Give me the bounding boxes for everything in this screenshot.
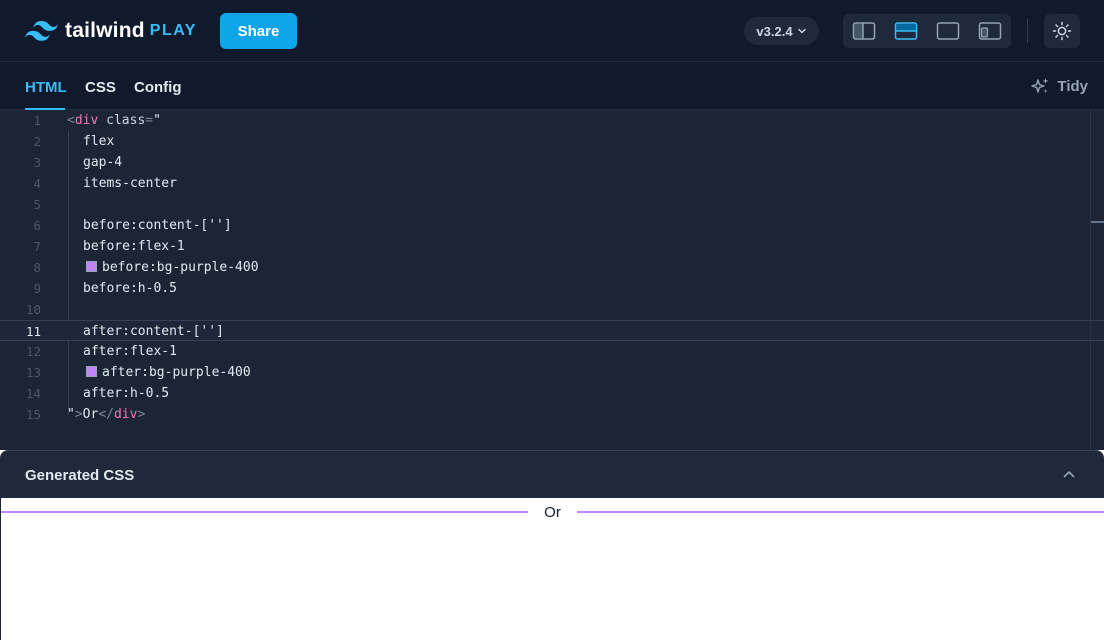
- divider-text: Or: [544, 503, 561, 521]
- layout-vertical-button[interactable]: [843, 14, 885, 48]
- code-line: 13 after:bg-purple-400: [0, 362, 1104, 383]
- line-number: 12: [25, 344, 41, 359]
- color-swatch[interactable]: [86, 261, 97, 272]
- code-line: 7 before:flex-1: [0, 236, 1104, 257]
- code-token: after:bg-purple-400: [102, 365, 251, 380]
- header-divider: [1027, 19, 1028, 43]
- share-button[interactable]: Share: [220, 13, 297, 49]
- code-text: after:content-['']: [83, 324, 224, 339]
- sparkles-icon: [1031, 78, 1049, 93]
- logo-text: tailwind: [65, 19, 145, 42]
- code-text: after:bg-purple-400: [84, 362, 251, 383]
- code-text: before:h-0.5: [83, 281, 177, 296]
- editor-tabs: HTML CSS Config Tidy: [0, 62, 1104, 110]
- chevron-up-icon[interactable]: [1062, 467, 1076, 481]
- line-number: 9: [33, 281, 41, 296]
- html-code-editor[interactable]: 1 <div class=" 2 flex 3 gap-4 4 items-ce…: [0, 110, 1104, 450]
- line-number: 10: [25, 302, 41, 317]
- tailwind-logo-icon: [25, 21, 58, 41]
- code-token: div: [74, 113, 99, 128]
- code-text: before:content-['']: [83, 218, 232, 233]
- line-number: 1: [33, 113, 41, 128]
- code-text: flex: [83, 134, 115, 149]
- code-text: items-center: [83, 176, 177, 191]
- code-text: after:flex-1: [83, 344, 177, 359]
- code-line: 2 flex: [0, 131, 1104, 152]
- editor-scroll-marker: [1091, 221, 1104, 223]
- code-text: before:bg-purple-400: [84, 257, 259, 278]
- layout-responsive-button[interactable]: [969, 14, 1011, 48]
- code-line: 12 after:flex-1: [0, 341, 1104, 362]
- tidy-button[interactable]: Tidy: [1031, 77, 1088, 96]
- line-number: 15: [25, 407, 41, 422]
- generated-css-title: Generated CSS: [25, 467, 135, 484]
- tab-config[interactable]: Config: [134, 79, 181, 96]
- code-line: 9 before:h-0.5: [0, 278, 1104, 299]
- divider-line-left: [1, 511, 529, 513]
- line-number: 7: [33, 239, 41, 254]
- code-text: <div class=": [67, 110, 161, 131]
- layout-switcher: [843, 14, 1011, 48]
- tidy-label: Tidy: [1057, 78, 1088, 95]
- line-number: 6: [33, 218, 41, 233]
- version-label: v3.2.4: [756, 23, 793, 39]
- tab-html[interactable]: HTML: [25, 79, 67, 96]
- tailwind-play-logo[interactable]: tailwind PLAY: [25, 19, 197, 43]
- line-number: 8: [33, 260, 41, 275]
- chevron-down-icon: [797, 28, 806, 34]
- line-number: 5: [33, 197, 41, 212]
- logo-play-text: PLAY: [149, 22, 197, 39]
- code-token: before:bg-purple-400: [102, 260, 259, 275]
- theme-toggle-button[interactable]: [1044, 14, 1080, 48]
- layout-responsive-icon: [978, 22, 1002, 40]
- line-number: 4: [33, 176, 41, 191]
- code-text: gap-4: [83, 155, 123, 170]
- divider-line-right: [576, 511, 1104, 513]
- layout-split-horizontal-icon: [894, 22, 918, 40]
- code-token: div: [113, 407, 138, 422]
- tab-css[interactable]: CSS: [85, 79, 116, 96]
- editor-scrollbar[interactable]: [1090, 110, 1091, 450]
- code-token: class: [98, 113, 146, 128]
- layout-horizontal-button[interactable]: [885, 14, 927, 48]
- code-line: 6 before:content-['']: [0, 215, 1104, 236]
- line-number: 3: [33, 155, 41, 170]
- code-token: <: [67, 113, 75, 128]
- code-line: 10: [0, 299, 1104, 320]
- app-header: tailwind PLAY Share v3.2.4: [0, 0, 1104, 62]
- layout-split-vertical-icon: [852, 22, 876, 40]
- preview-pane: Or: [0, 498, 1104, 640]
- code-line-active: 11 after:content-['']: [0, 320, 1104, 341]
- preview-divider: Or: [1, 502, 1104, 522]
- color-swatch[interactable]: [86, 366, 97, 377]
- code-line: 8 before:bg-purple-400: [0, 257, 1104, 278]
- code-token: ": [153, 113, 161, 128]
- generated-css-panel[interactable]: Generated CSS: [0, 450, 1104, 498]
- line-number: 2: [33, 134, 41, 149]
- code-token: Or: [82, 407, 99, 422]
- code-line: 4 items-center: [0, 173, 1104, 194]
- version-select[interactable]: v3.2.4: [744, 17, 819, 45]
- code-text: before:flex-1: [83, 239, 185, 254]
- code-token: </: [98, 407, 114, 422]
- code-text: after:h-0.5: [83, 386, 170, 401]
- code-token: >: [137, 407, 146, 422]
- code-line: 14 after:h-0.5: [0, 383, 1104, 404]
- line-number: 13: [25, 365, 41, 380]
- code-token: >: [74, 407, 83, 422]
- code-text: ">Or</div>: [67, 404, 145, 425]
- sun-icon: [1052, 21, 1072, 41]
- layout-editor-only-icon: [936, 22, 960, 40]
- code-line: 5: [0, 194, 1104, 215]
- code-token: =: [145, 113, 154, 128]
- code-token: ": [67, 407, 75, 422]
- line-number: 14: [25, 386, 41, 401]
- line-number: 11: [25, 324, 41, 339]
- code-line: 3 gap-4: [0, 152, 1104, 173]
- code-line: 1 <div class=": [0, 110, 1104, 131]
- code-line: 15 ">Or</div>: [0, 404, 1104, 425]
- layout-editor-button[interactable]: [927, 14, 969, 48]
